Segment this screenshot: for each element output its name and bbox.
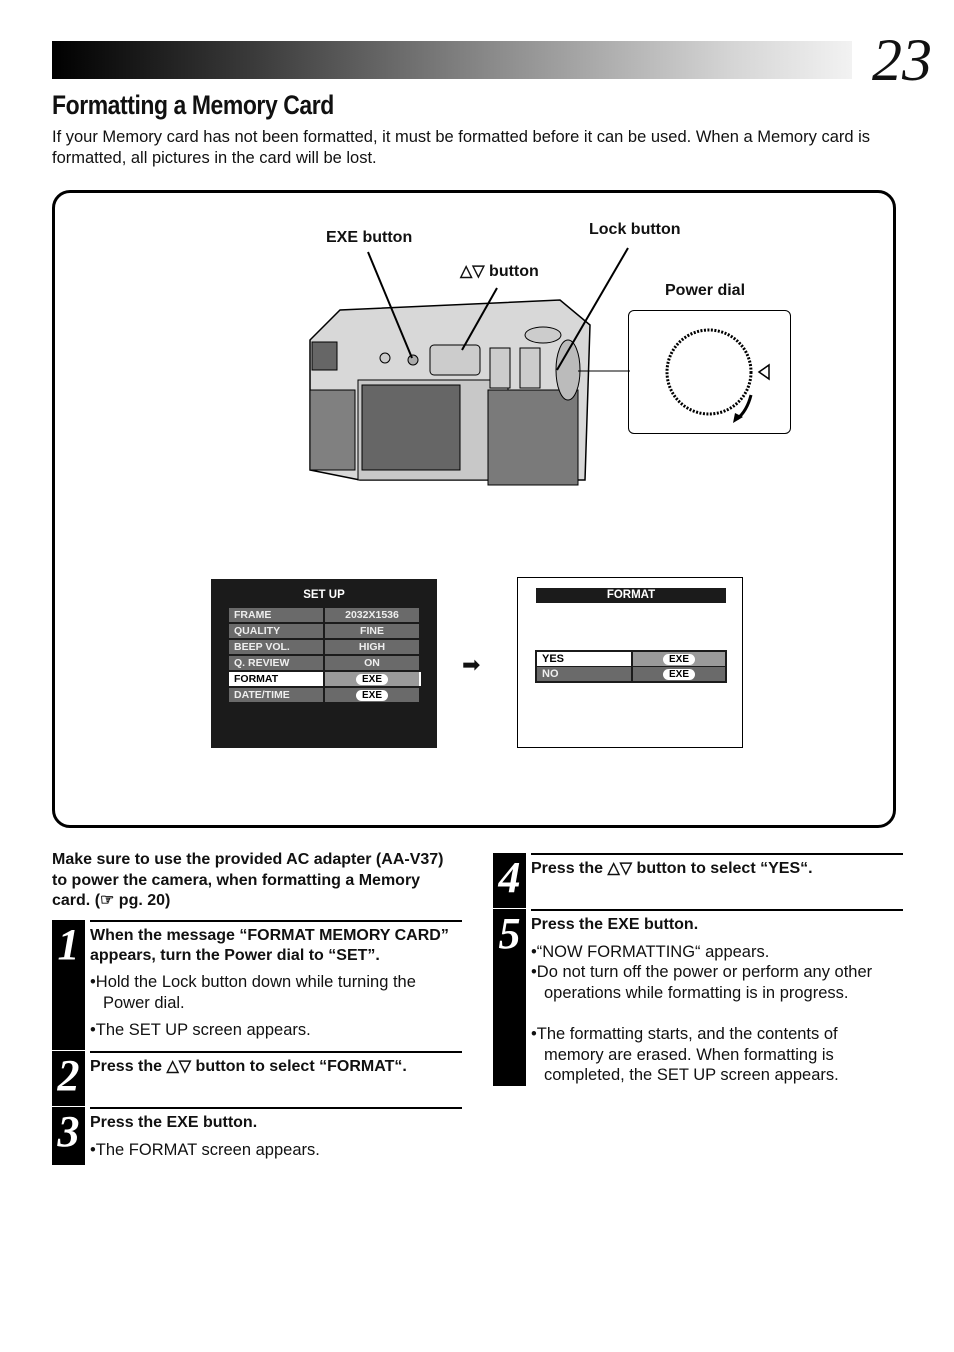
setup-row-q-review: Q. REVIEW ON (229, 656, 419, 670)
step-heading: Press the EXE button. (531, 916, 699, 933)
format-options: YES EXE NO EXE (535, 650, 727, 683)
camera-body (309, 299, 591, 486)
setup-row-frame: FRAME 2032X1536 (229, 608, 419, 622)
setup-screen: SET UP FRAME 2032X1536 QUALITY FINE BEEP V… (211, 579, 437, 748)
intro-paragraph: If your Memory card has not been formatt… (52, 128, 871, 167)
step-heading: When the message “FORMAT MEMORY CARD” ap… (90, 927, 449, 964)
format-row-yes: YES EXE (537, 652, 725, 666)
format-screen-title: FORMAT (536, 588, 726, 603)
step-number: 5 (493, 909, 526, 1086)
arrow-right-icon: ➡ (462, 652, 481, 677)
updown-button-label: △▽ button (460, 263, 539, 280)
page-title: Formatting a Memory Card (52, 90, 334, 120)
exe-button-graphic (407, 354, 419, 366)
setup-screen-title: SET UP (303, 589, 345, 601)
step-2: 2 Press the △▽ button to select “FORMAT“… (52, 1051, 462, 1106)
dial-index-marker-icon (757, 363, 770, 381)
step-number: 3 (52, 1107, 85, 1165)
step-number: 2 (52, 1051, 85, 1106)
power-dial-graphic (555, 339, 581, 401)
step-heading: Press the △▽ button to select “YES“. (531, 860, 813, 877)
step-4: 4 Press the △▽ button to select “YES“. (493, 853, 903, 908)
step-bullet: •The FORMAT screen appears. (90, 1141, 320, 1159)
power-dial-label: Power dial (665, 282, 746, 299)
step-bullet: •The SET UP screen appears. (90, 1021, 311, 1039)
step-bullet: •Do not turn off the power or perform an… (531, 963, 873, 1002)
setup-row-format: FORMAT EXE (229, 672, 421, 686)
setup-row-beep-vol: BEEP VOL. HIGH (229, 640, 419, 654)
lock-button-label: Lock button (589, 221, 681, 238)
dpad-graphic (429, 344, 481, 376)
power-dial-inset (628, 310, 791, 434)
step-1: 1 When the message “FORMAT MEMORY CARD” … (52, 920, 462, 1050)
step-heading: Press the EXE button. (90, 1114, 258, 1131)
step-number: 1 (52, 920, 85, 1050)
format-row-no: NO EXE (537, 667, 725, 681)
step-heading: Press the △▽ button to select “FORMAT“. (90, 1058, 407, 1075)
step-3: 3 Press the EXE button. •The FORMAT scre… (52, 1107, 462, 1165)
format-screen: FORMAT YES EXE NO EXE (517, 577, 743, 748)
setup-row-quality: QUALITY FINE (229, 624, 419, 638)
step-number: 4 (493, 853, 526, 908)
step-5: 5 Press the EXE button. •“NOW FORMATTING… (493, 909, 903, 1086)
exe-button-label: EXE button (326, 229, 413, 246)
header-gradient-bar (52, 41, 852, 79)
step-bullet: •The formatting starts, and the contents… (531, 1025, 839, 1084)
step-bullet: •“NOW FORMATTING“ appears. (531, 943, 770, 961)
ac-adapter-note: Make sure to use the provided AC adapter… (52, 851, 444, 909)
setup-row-date-time: DATE/TIME EXE (229, 688, 419, 702)
step-bullet: •Hold the Lock button down while turning… (90, 973, 416, 1012)
page-number: 23 (872, 27, 932, 93)
